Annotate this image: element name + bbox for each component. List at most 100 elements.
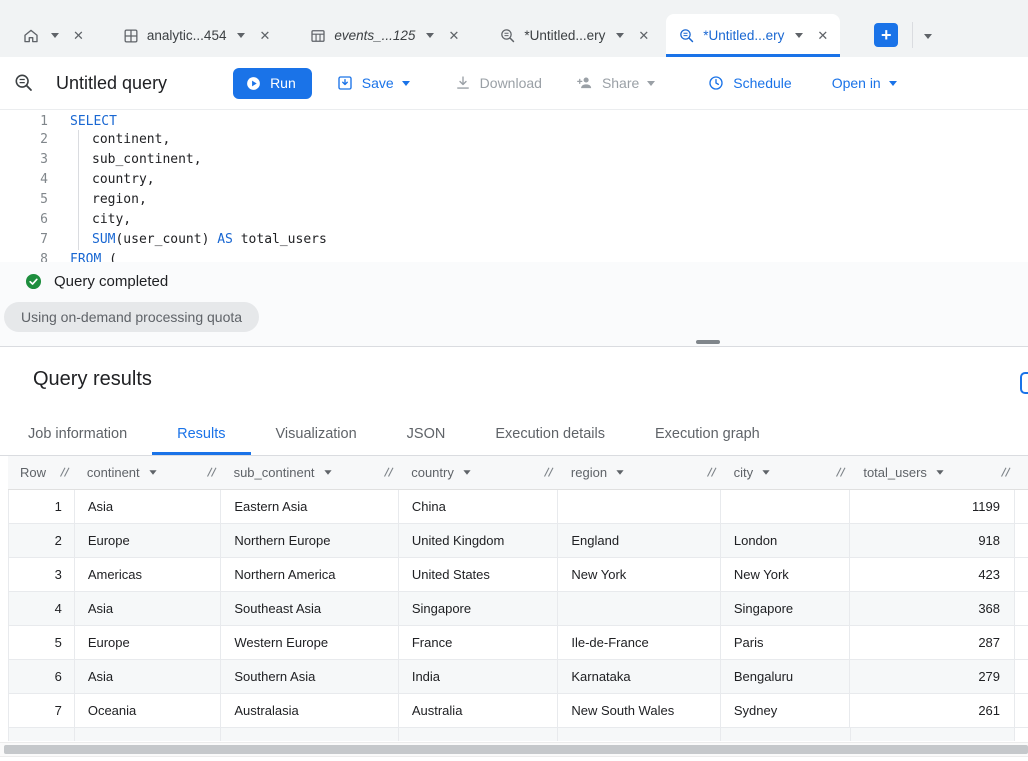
cell-country: India <box>399 660 559 693</box>
open-in-label: Open in <box>831 75 881 91</box>
save-button[interactable]: Save <box>336 74 410 92</box>
cell-total-users: 368 <box>850 592 1016 625</box>
row-number-cell: 5 <box>8 626 75 659</box>
close-tab-icon[interactable]: ✕ <box>259 29 270 42</box>
cell-region <box>558 490 721 523</box>
column-header-total-users[interactable]: total_users <box>851 456 1016 489</box>
cell-continent: Oceania <box>75 694 222 727</box>
close-tab-icon[interactable]: ✕ <box>817 29 828 42</box>
row-number-cell: 7 <box>8 694 75 727</box>
column-resize-handle-icon[interactable] <box>834 466 846 478</box>
query-icon <box>13 72 35 94</box>
row-number-cell: 1 <box>8 490 75 523</box>
horizontal-scrollbar-thumb[interactable] <box>4 745 1028 754</box>
chevron-down-icon[interactable] <box>237 33 246 38</box>
cell-continent: Europe <box>75 626 222 659</box>
tab-label: analytic...454 <box>146 28 227 43</box>
code-line: 3 sub_continent, <box>0 150 1028 170</box>
column-menu-caret-icon[interactable] <box>936 470 944 475</box>
line-number: 4 <box>40 172 48 187</box>
column-header-sub-continent[interactable]: sub_continent <box>222 456 400 489</box>
cell-filler <box>1015 626 1028 659</box>
cell-country: China <box>399 490 559 523</box>
save-results-button-cutoff[interactable] <box>1020 372 1028 394</box>
column-header-region[interactable]: region <box>559 456 722 489</box>
tab-analytics-dataset[interactable]: analytic...454 ✕ <box>110 14 282 57</box>
tab-visualization[interactable]: Visualization <box>251 412 382 455</box>
share-button[interactable]: Share <box>576 74 656 92</box>
tab-execution-details[interactable]: Execution details <box>470 412 630 455</box>
tab-overflow-caret-icon[interactable] <box>924 34 933 39</box>
tab-label: events_...125 <box>334 28 416 43</box>
close-tab-icon[interactable]: ✕ <box>638 29 649 42</box>
cell-region: New York <box>558 558 721 591</box>
chevron-down-icon[interactable] <box>426 33 435 38</box>
column-resize-handle-icon[interactable] <box>205 466 217 478</box>
tab-json[interactable]: JSON <box>382 412 471 455</box>
column-menu-caret-icon[interactable] <box>149 470 157 475</box>
download-button[interactable]: Download <box>454 74 542 92</box>
cell-sub-continent: Australasia <box>221 694 399 727</box>
query-results-header: Query results <box>0 348 1028 412</box>
column-resize-handle-icon[interactable] <box>705 466 717 478</box>
column-menu-caret-icon[interactable] <box>463 470 471 475</box>
cell-city: London <box>721 524 851 557</box>
cell-city: Paris <box>721 626 851 659</box>
dataset-icon <box>122 27 140 45</box>
cell-city: Bengaluru <box>721 660 851 693</box>
panel-resize-handle[interactable] <box>696 340 720 344</box>
tab-home[interactable]: ✕ <box>10 14 96 57</box>
results-table: Row continent sub_continent country regi… <box>8 456 1028 741</box>
close-tab-icon[interactable]: ✕ <box>448 29 459 42</box>
tab-events-table[interactable]: events_...125 ✕ <box>297 14 471 57</box>
column-menu-caret-icon[interactable] <box>762 470 770 475</box>
cell-sub-continent: Northern America <box>221 558 399 591</box>
schedule-button[interactable]: Schedule <box>707 74 792 92</box>
tab-execution-graph[interactable]: Execution graph <box>630 412 785 455</box>
column-menu-caret-icon[interactable] <box>616 470 624 475</box>
tab-results[interactable]: Results <box>152 412 251 455</box>
cell-total-users: 423 <box>850 558 1016 591</box>
cell-city: Singapore <box>721 592 851 625</box>
column-header-country[interactable]: country <box>399 456 559 489</box>
cell-filler <box>1015 558 1028 591</box>
column-resize-handle-icon[interactable] <box>999 466 1011 478</box>
column-header-continent[interactable]: continent <box>75 456 222 489</box>
cell-sub-continent: Southeast Asia <box>221 592 399 625</box>
code-line: 6 city, <box>0 210 1028 230</box>
column-resize-handle-icon[interactable] <box>58 466 70 478</box>
query-status-row: Query completed <box>0 262 1028 291</box>
run-button[interactable]: Run <box>233 67 312 99</box>
column-resize-handle-icon[interactable] <box>382 466 394 478</box>
chevron-down-icon[interactable] <box>616 33 625 38</box>
column-menu-caret-icon[interactable] <box>323 470 332 475</box>
code-line: 7 SUM(user_count) AS total_users <box>0 230 1028 250</box>
column-header-city[interactable]: city <box>722 456 852 489</box>
chevron-down-icon[interactable] <box>795 33 804 38</box>
results-tab-bar: Job information Results Visualization JS… <box>0 412 1028 456</box>
cell-country: Australia <box>399 694 559 727</box>
open-in-button[interactable]: Open in <box>832 75 897 91</box>
chevron-down-icon[interactable] <box>51 33 59 38</box>
close-tab-icon[interactable]: ✕ <box>73 29 84 42</box>
cell-filler <box>1015 592 1028 625</box>
new-tab-button[interactable]: + <box>874 23 899 47</box>
code-line: 2 continent, <box>0 130 1028 150</box>
cell-continent: Asia <box>75 490 222 523</box>
divider <box>912 22 914 48</box>
check-circle-icon <box>24 272 43 291</box>
tab-untitled-query-1[interactable]: *Untitled...ery ✕ <box>487 14 661 57</box>
cell-total-users: 287 <box>850 626 1016 659</box>
query-completed-text: Query completed <box>54 273 169 290</box>
tab-untitled-query-2-active[interactable]: *Untitled...ery ✕ <box>666 14 841 57</box>
sql-editor[interactable]: 1 SELECT 2 continent, 3 sub_continent, 4… <box>0 110 1028 262</box>
row-number-cell: 6 <box>8 660 75 693</box>
code-line: 4 country, <box>0 170 1028 190</box>
cell-continent: Americas <box>75 558 222 591</box>
tab-job-information[interactable]: Job information <box>3 412 152 455</box>
query-status-panel: Query completed Using on-demand processi… <box>0 262 1028 347</box>
save-icon <box>336 74 354 92</box>
column-resize-handle-icon[interactable] <box>542 466 554 478</box>
home-icon <box>22 27 40 45</box>
column-header-row: Row <box>8 456 75 489</box>
